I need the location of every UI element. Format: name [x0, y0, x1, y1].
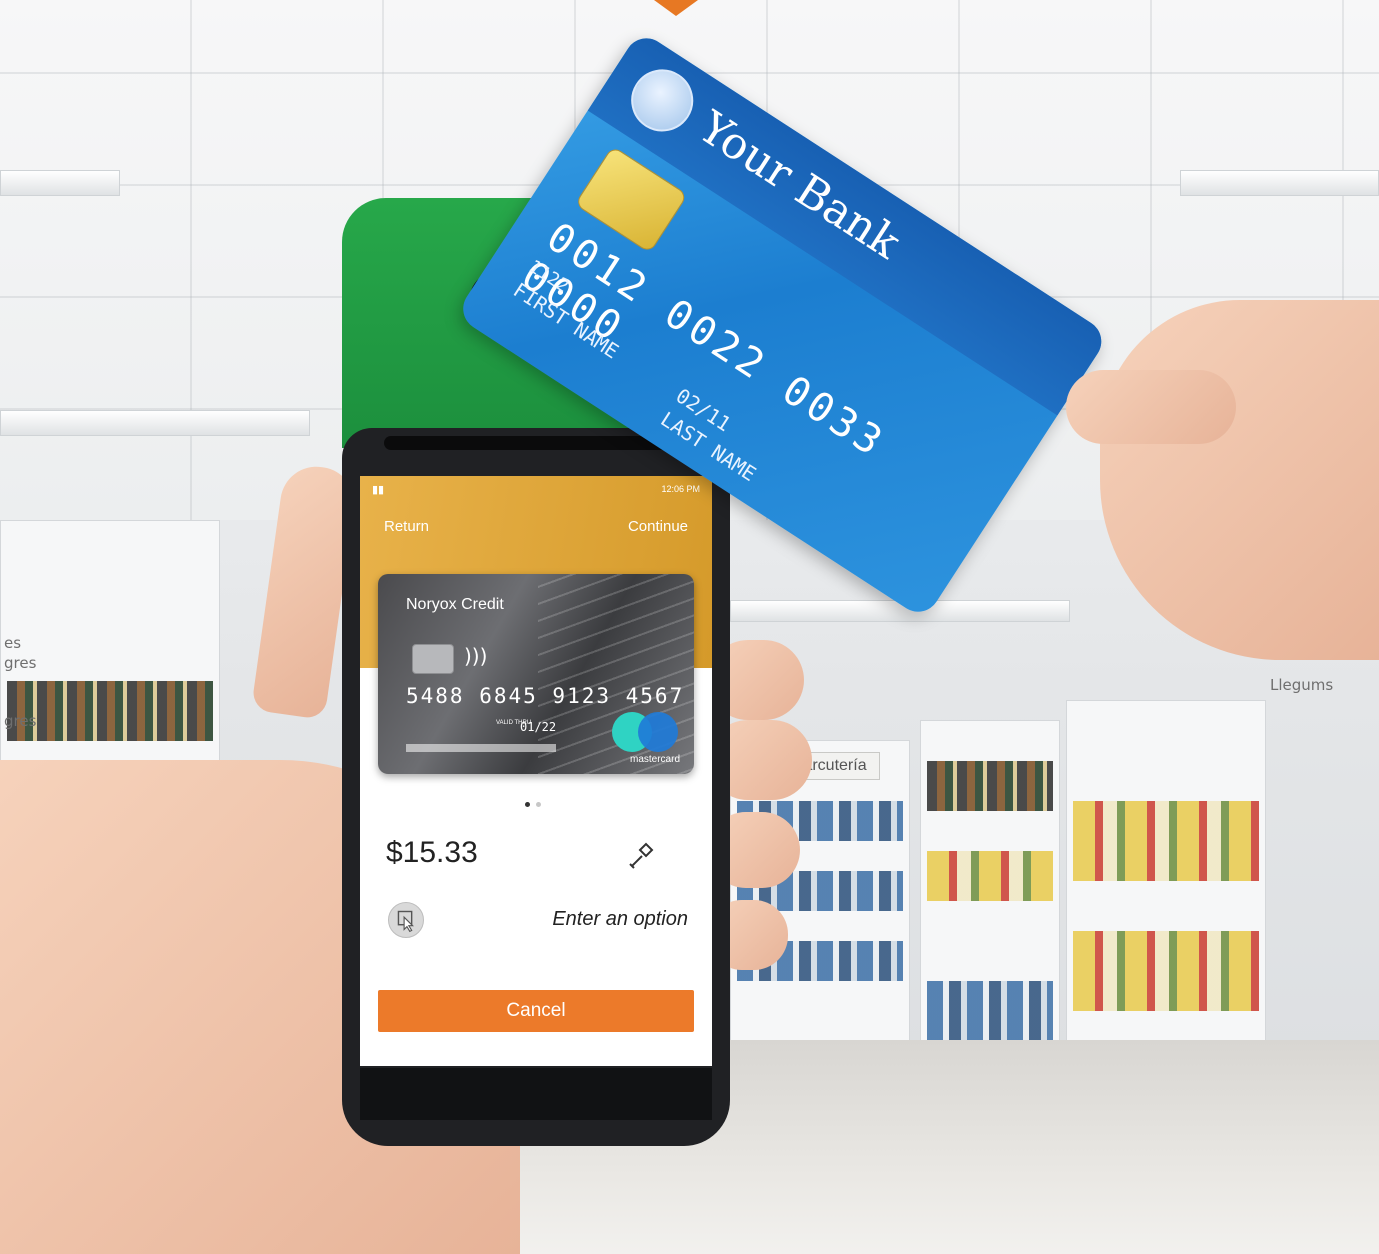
- store-sign: es: [4, 634, 22, 652]
- status-icons: ▮▮: [372, 483, 385, 496]
- pager-dot[interactable]: [536, 802, 541, 807]
- card-expiry: 01/22: [520, 720, 557, 734]
- chip-icon: [412, 644, 454, 674]
- payment-amount: $15.33: [386, 836, 478, 869]
- pos-body: ▮▮ 12:06 PM Return Continue Noryox Credi…: [342, 428, 730, 1146]
- card-network: mastercard: [629, 754, 680, 765]
- screen-bezel-bottom: [360, 1068, 712, 1120]
- pager-dot-active[interactable]: [525, 802, 530, 807]
- card-holder-redacted: [406, 744, 556, 752]
- payment-card-preview[interactable]: Noryox Credit ))) 5488 6845 9123 4567 VA…: [378, 574, 694, 774]
- return-button[interactable]: Return: [384, 518, 429, 535]
- ceiling-light: [0, 170, 120, 196]
- card-name: Noryox Credit: [406, 596, 504, 613]
- store-sign: Llegums: [1270, 676, 1334, 694]
- card-number: 5488 6845 9123 4567: [406, 684, 685, 708]
- store-sign: gres: [4, 654, 37, 672]
- ceiling-light: [0, 410, 310, 436]
- wrench-icon[interactable]: [624, 840, 656, 872]
- mastercard-logo: [612, 712, 680, 756]
- pos-screen: ▮▮ 12:06 PM Return Continue Noryox Credi…: [360, 476, 712, 1066]
- right-shelf-near: [920, 720, 1060, 1090]
- contactless-icon: ))): [464, 644, 488, 668]
- cancel-button[interactable]: Cancel: [378, 990, 694, 1032]
- printer-slot: [384, 436, 688, 450]
- option-icon[interactable]: [388, 902, 424, 938]
- status-time: 12:06 PM: [661, 484, 700, 494]
- store-sign: gres: [4, 712, 37, 730]
- option-prompt: Enter an option: [552, 908, 688, 930]
- carousel-pager[interactable]: [522, 794, 544, 812]
- ceiling-light: [1180, 170, 1379, 196]
- continue-button[interactable]: Continue: [628, 518, 688, 535]
- card-hand-thumb: [1066, 370, 1236, 444]
